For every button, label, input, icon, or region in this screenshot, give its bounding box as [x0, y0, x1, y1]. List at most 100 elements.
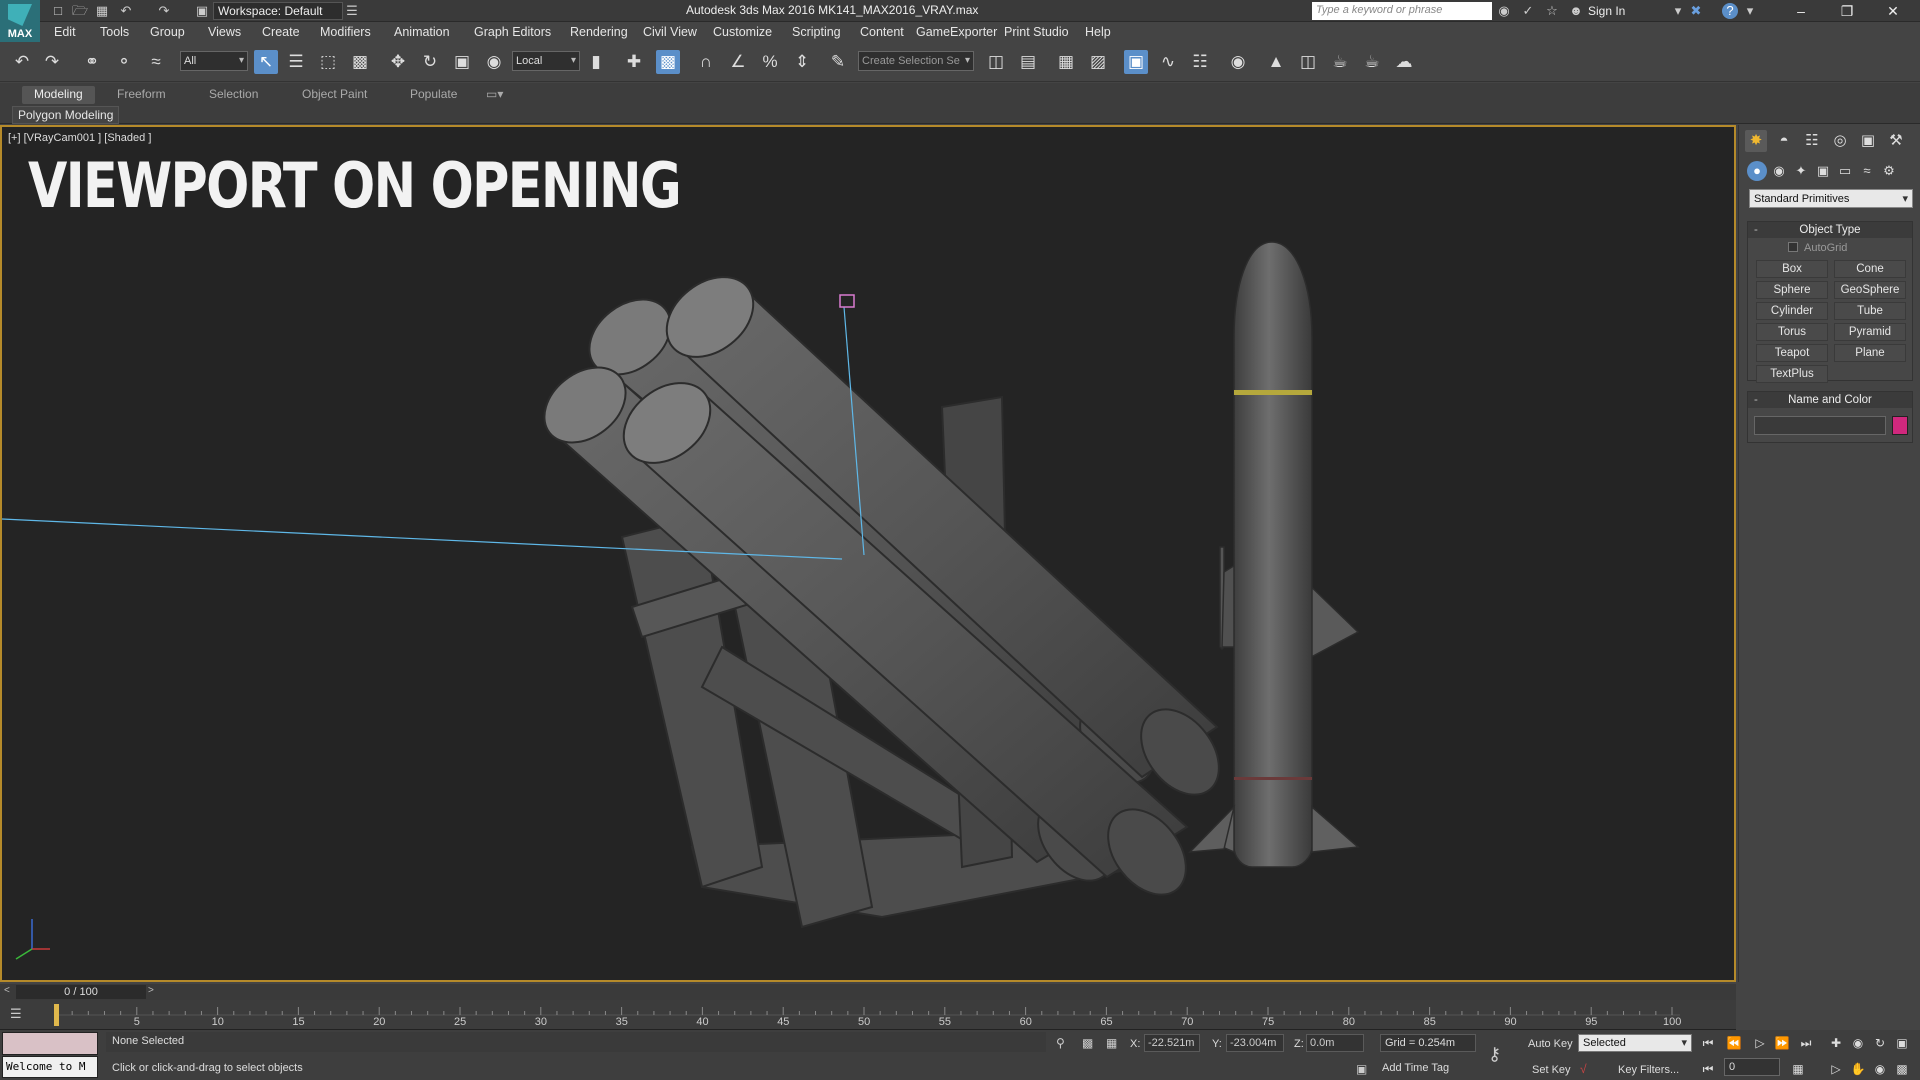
orbit-camera-icon[interactable]: ◉ [1870, 1062, 1890, 1076]
zoom-all-icon[interactable]: ◉ [1848, 1036, 1868, 1050]
box-button[interactable]: Box [1756, 260, 1828, 278]
shapes-icon[interactable]: ◉ [1769, 161, 1789, 181]
helpers-icon[interactable]: ▭ [1835, 161, 1855, 181]
save-file-icon[interactable]: ▦ [94, 3, 110, 19]
menu-content[interactable]: Content [860, 25, 904, 39]
pan-view-icon[interactable]: ✋ [1848, 1062, 1868, 1076]
exchange-apps-icon[interactable]: ✖ [1688, 3, 1704, 19]
select-and-place-icon[interactable]: ◉ [482, 50, 506, 74]
select-and-scale-icon[interactable]: ▣ [450, 50, 474, 74]
time-slider-next-icon[interactable]: > [148, 985, 154, 996]
keyboard-shortcut-override-icon[interactable]: ▩ [656, 50, 680, 74]
scene-explorer-icon[interactable]: ▦ [1054, 50, 1078, 74]
x-coordinate-field[interactable]: -22.521m [1144, 1034, 1200, 1052]
selection-filter-dropdown[interactable]: All [180, 51, 248, 71]
named-selection-dropdown[interactable]: Create Selection Se [858, 51, 974, 71]
object-type-header[interactable]: - Object Type [1748, 222, 1912, 238]
pivot-center-icon[interactable]: ▮ [584, 50, 608, 74]
motion-tab-icon[interactable]: ◎ [1829, 130, 1851, 152]
restore-icon[interactable]: ❐ [1824, 0, 1870, 22]
next-frame-icon[interactable]: ⏩ [1772, 1036, 1792, 1050]
align-icon[interactable]: ▤ [1016, 50, 1040, 74]
geosphere-button[interactable]: GeoSphere [1834, 281, 1906, 299]
unlink-selection-icon[interactable]: ⚬ [112, 50, 136, 74]
rendered-frame-window-icon[interactable]: ◫ [1296, 50, 1320, 74]
menu-modifiers[interactable]: Modifiers [320, 25, 371, 39]
time-slider[interactable]: < 0 / 100 > [0, 984, 1736, 1000]
systems-icon[interactable]: ⚙ [1879, 161, 1899, 181]
viewport-label[interactable]: [+] [VRayCam001 ] [Shaded ] [8, 132, 151, 144]
edit-named-selection-icon[interactable]: ✎ [826, 50, 850, 74]
cone-button[interactable]: Cone [1834, 260, 1906, 278]
key-mode-dropdown[interactable]: Selected [1578, 1034, 1692, 1052]
tab-modeling[interactable]: Modeling [22, 86, 95, 104]
menu-animation[interactable]: Animation [394, 25, 450, 39]
tab-freeform[interactable]: Freeform [105, 86, 178, 104]
help-icon[interactable]: ? [1722, 3, 1738, 19]
spinner-snap-icon[interactable]: ⇕ [790, 50, 814, 74]
tube-button[interactable]: Tube [1834, 302, 1906, 320]
reference-coordinate-dropdown[interactable]: Local [512, 51, 580, 71]
menu-create[interactable]: Create [262, 25, 300, 39]
binoculars-icon[interactable]: ◉ [1496, 3, 1512, 19]
tab-object-paint[interactable]: Object Paint [290, 86, 379, 104]
render-setup-icon[interactable]: ▲ [1264, 50, 1288, 74]
object-color-swatch[interactable] [1892, 416, 1908, 435]
track-bar-menu-icon[interactable]: ☰ [10, 1006, 32, 1024]
select-and-move-icon[interactable]: ✥ [386, 50, 410, 74]
open-file-icon[interactable]: 🗁 [72, 3, 88, 19]
maxscript-input[interactable]: Welcome to M [2, 1056, 98, 1078]
select-and-rotate-icon[interactable]: ↻ [418, 50, 442, 74]
torus-button[interactable]: Torus [1756, 323, 1828, 341]
app-logo[interactable]: MAX [0, 0, 40, 42]
schematic-view-icon[interactable]: ☷ [1188, 50, 1212, 74]
ribbon-toggle-icon[interactable]: ▣ [1124, 50, 1148, 74]
undo-icon[interactable]: ↶ [10, 50, 34, 74]
menu-gameexporter[interactable]: GameExporter [916, 25, 997, 39]
y-coordinate-field[interactable]: -23.004m [1226, 1034, 1284, 1052]
autogrid-checkbox[interactable]: AutoGrid [1788, 242, 1847, 254]
close-icon[interactable]: ✕ [1870, 0, 1916, 22]
hierarchy-tab-icon[interactable]: ☷ [1801, 130, 1823, 152]
default-tangents-icon[interactable]: √ [1580, 1062, 1587, 1076]
auto-key-button[interactable]: Auto Key [1528, 1038, 1573, 1050]
field-of-view-icon[interactable]: ▷ [1826, 1062, 1846, 1076]
menu-customize[interactable]: Customize [713, 25, 772, 39]
menu-edit[interactable]: Edit [54, 25, 76, 39]
menu-scripting[interactable]: Scripting [792, 25, 841, 39]
user-icon[interactable]: ☻ [1568, 3, 1584, 19]
rectangular-selection-icon[interactable]: ⬚ [316, 50, 340, 74]
viewport[interactable]: [+] [VRayCam001 ] [Shaded ] VIEWPORT ON … [0, 125, 1736, 982]
menu-graph-editors[interactable]: Graph Editors [474, 25, 551, 39]
select-object-icon[interactable]: ↖ [254, 50, 278, 74]
angle-snap-icon[interactable]: ∠ [726, 50, 750, 74]
snaps-toggle-icon[interactable]: ∩ [694, 50, 718, 74]
subscription-icon[interactable]: ✓ [1520, 3, 1536, 19]
previous-frame-icon[interactable]: ⏪ [1724, 1036, 1744, 1050]
category-dropdown[interactable]: Standard Primitives [1749, 189, 1913, 208]
quick-access-menu-icon[interactable]: ☰ [344, 3, 360, 19]
window-crossing-icon[interactable]: ▩ [348, 50, 372, 74]
go-to-end-icon[interactable]: ⏭ [1796, 1036, 1816, 1051]
minimize-icon[interactable]: – [1778, 0, 1824, 22]
layer-explorer-icon[interactable]: ▨ [1086, 50, 1110, 74]
cylinder-button[interactable]: Cylinder [1756, 302, 1828, 320]
z-coordinate-field[interactable]: 0.0m [1306, 1034, 1364, 1052]
help-dropdown-icon[interactable]: ▾ [1742, 3, 1758, 19]
plane-button[interactable]: Plane [1834, 344, 1906, 362]
percent-snap-icon[interactable]: % [758, 50, 782, 74]
undo-icon[interactable]: ↶ [118, 3, 134, 19]
teapot-button[interactable]: Teapot [1756, 344, 1828, 362]
select-and-link-icon[interactable]: ⚭ [80, 50, 104, 74]
time-slider-prev-icon[interactable]: < [4, 985, 10, 996]
curve-editor-icon[interactable]: ∿ [1156, 50, 1180, 74]
material-editor-icon[interactable]: ◉ [1226, 50, 1250, 74]
time-configuration-icon[interactable]: ▦ [1788, 1062, 1808, 1076]
maximize-viewport-icon[interactable]: ▩ [1892, 1062, 1912, 1076]
lights-icon[interactable]: ✦ [1791, 161, 1811, 181]
sign-in-dropdown-icon[interactable]: ▾ [1670, 3, 1686, 19]
current-frame-marker[interactable] [54, 1004, 59, 1026]
add-time-tag-button[interactable]: Add Time Tag [1382, 1062, 1449, 1074]
render-production-icon[interactable]: ☕ [1328, 50, 1352, 74]
zoom-icon[interactable]: ✚ [1826, 1036, 1846, 1050]
